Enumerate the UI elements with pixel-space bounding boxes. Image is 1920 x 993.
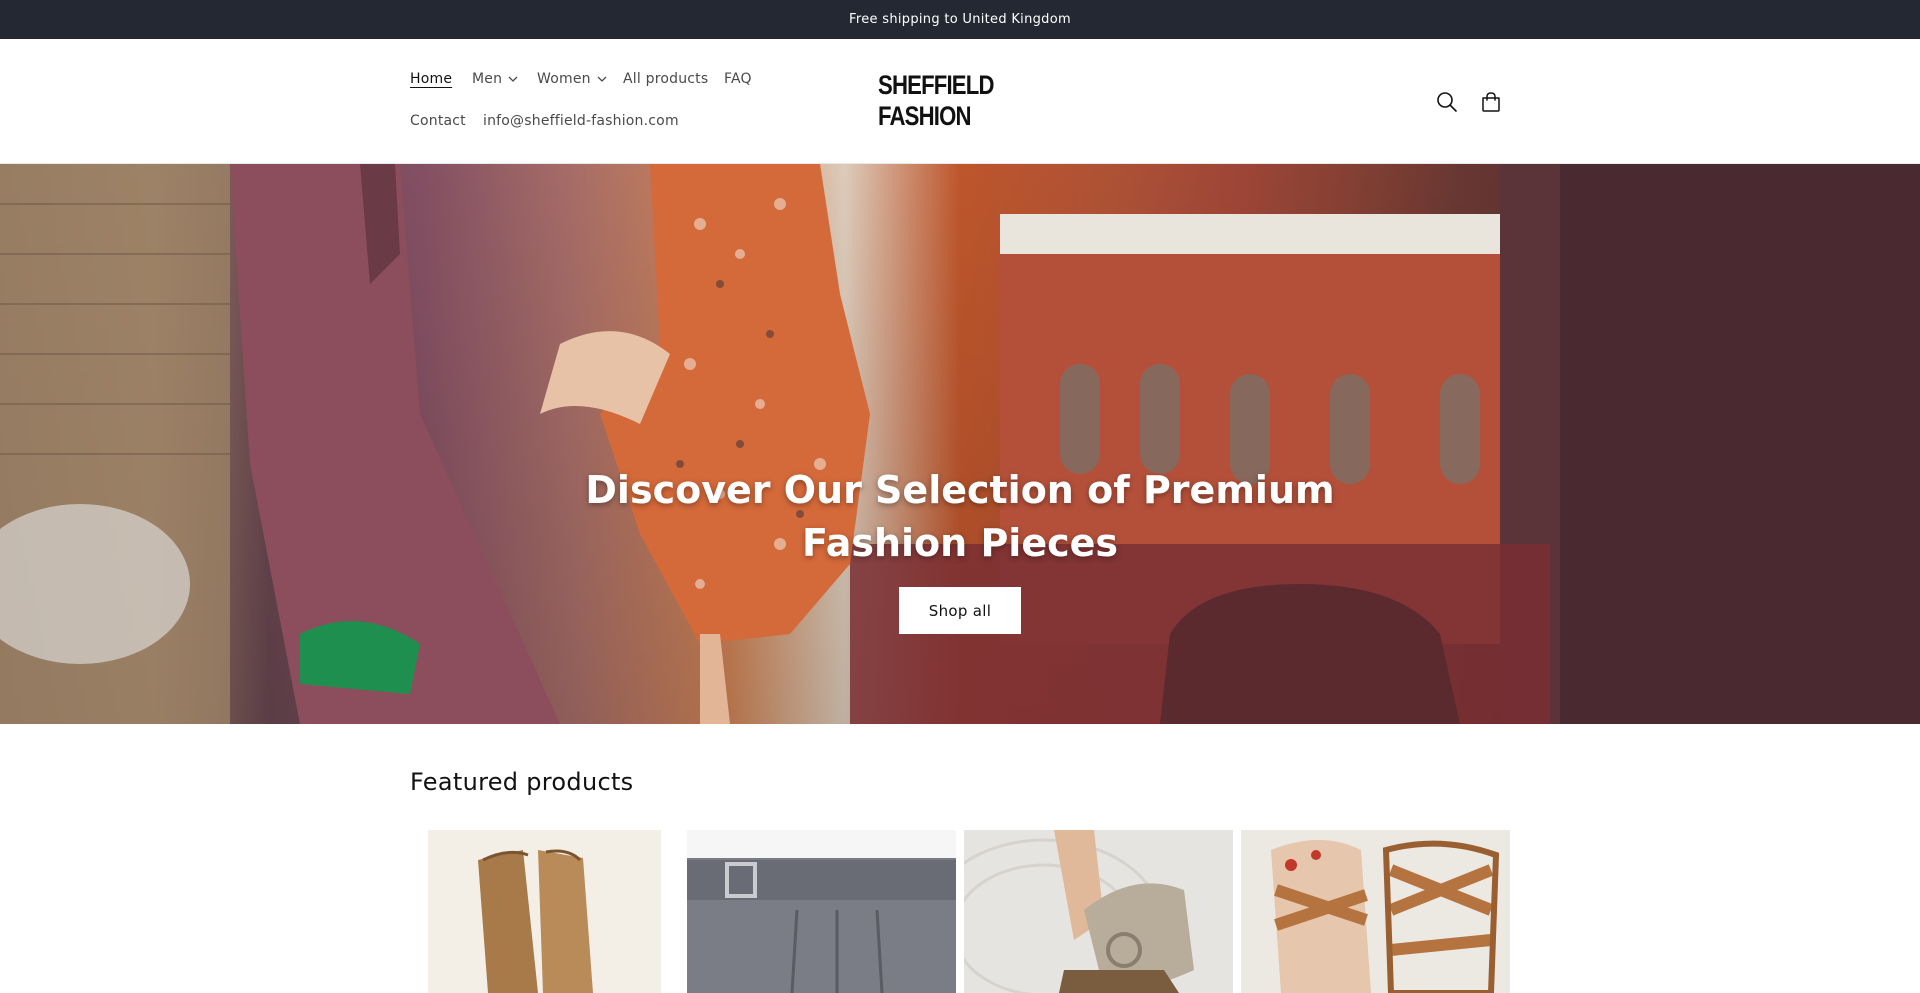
hero-title: Discover Our Selection of Premium Fashio… [585, 468, 1335, 565]
product-image-sandals [1241, 830, 1510, 993]
nav-item-label: info@sheffield-fashion.com [483, 113, 679, 129]
site-logo[interactable]: SHEFFIELD FASHION [878, 70, 1042, 131]
product-card[interactable] [1241, 830, 1510, 993]
nav-item-home[interactable]: Home [410, 71, 452, 87]
nav-item-men[interactable]: Men [472, 71, 518, 87]
featured-products-title: Featured products [410, 768, 634, 796]
announcement-bar: Free shipping to United Kingdom [0, 0, 1920, 39]
nav-item-all-products[interactable]: All products [623, 71, 708, 87]
chevron-down-icon [597, 75, 607, 83]
product-card[interactable] [964, 830, 1233, 993]
nav-item-label: Home [410, 71, 453, 87]
nav-item-label: Men [472, 71, 503, 87]
nav-item-women[interactable]: Women [537, 71, 607, 87]
main-navigation: Home Men Women All products FAQ Contact … [410, 39, 830, 164]
site-header: Home Men Women All products FAQ Contact … [0, 39, 1920, 164]
nav-item-contact[interactable]: Contact [410, 113, 466, 129]
product-image-skirt [687, 830, 956, 993]
nav-item-label: Women [537, 71, 591, 87]
announcement-text: Free shipping to United Kingdom [849, 12, 1071, 27]
chevron-down-icon [508, 75, 518, 83]
nav-item-label: Contact [410, 113, 466, 129]
hero-banner: Discover Our Selection of Premium Fashio… [0, 164, 1920, 724]
search-icon[interactable] [1432, 87, 1462, 117]
product-card[interactable] [687, 830, 956, 993]
product-image-slides [964, 830, 1233, 993]
nav-item-label: FAQ [724, 71, 752, 87]
product-image-boots [428, 830, 661, 993]
shop-all-button[interactable]: Shop all [899, 587, 1021, 634]
nav-item-email[interactable]: info@sheffield-fashion.com [483, 113, 679, 129]
nav-item-label: All products [623, 71, 709, 87]
product-card[interactable] [428, 830, 661, 993]
cart-icon[interactable] [1476, 87, 1506, 117]
nav-item-faq[interactable]: FAQ [724, 71, 752, 87]
hero-background-image [0, 164, 1920, 724]
logo-text: SHEFFIELD FASHION [878, 70, 994, 131]
